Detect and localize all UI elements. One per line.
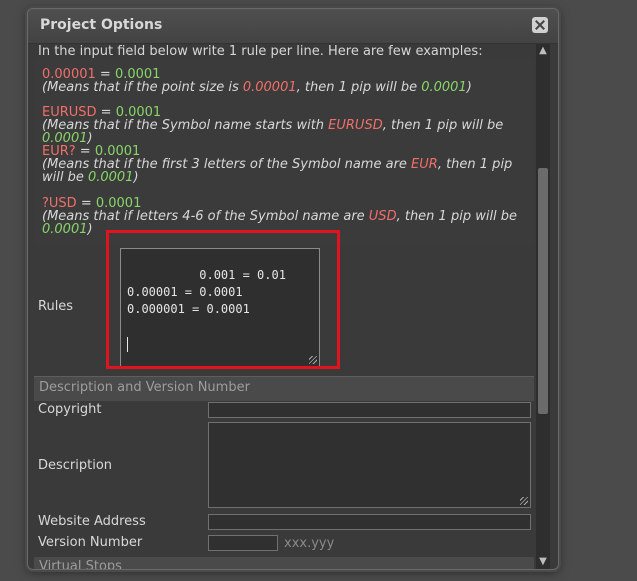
section-header-label: Virtual Stops: [39, 559, 122, 569]
close-icon[interactable]: [532, 17, 548, 33]
example-note-suffix: ): [87, 222, 93, 237]
vertical-scrollbar[interactable]: ▲ ▼: [536, 44, 550, 569]
text-caret: [127, 337, 128, 352]
example-note-green: 0.0001: [42, 222, 88, 237]
description-textarea[interactable]: [208, 422, 531, 508]
example-item: EUR? = 0.0001 (Means that if the first 3…: [42, 145, 528, 184]
example-note-red: USD: [368, 209, 397, 224]
example-note-suffix: ): [133, 170, 139, 185]
examples-panel: 0.00001 = 0.0001 (Means that if the poin…: [34, 58, 534, 246]
example-item: 0.00001 = 0.0001 (Means that if the poin…: [42, 68, 528, 94]
screen: Project Options In the input field below…: [0, 0, 637, 581]
scroll-down-icon[interactable]: ▼: [536, 555, 550, 569]
project-options-dialog: Project Options In the input field below…: [27, 8, 559, 570]
example-note-suffix: ): [466, 80, 472, 95]
example-note: (Means that if the Symbol name starts wi…: [42, 119, 528, 145]
example-note-red: EUR: [411, 157, 438, 172]
example-note-mid: , then 1 pip will be: [382, 118, 504, 133]
rules-row: Rules 0.001 = 0.01 0.00001 = 0.0001 0.00…: [34, 246, 534, 374]
example-note-mid: , then 1 pip will be: [296, 80, 422, 95]
scroll-thumb[interactable]: [538, 168, 548, 414]
scroll-up-icon[interactable]: ▲: [536, 44, 550, 58]
resize-grip-icon[interactable]: [520, 497, 528, 505]
dialog-content: In the input field below write 1 rule pe…: [34, 44, 534, 569]
section-header-description[interactable]: Description and Version Number: [34, 376, 534, 401]
section-header-label: Description and Version Number: [39, 380, 250, 395]
rules-textarea-value: 0.001 = 0.01 0.00001 = 0.0001 0.000001 =…: [127, 268, 286, 316]
intro-text: In the input field below write 1 rule pe…: [38, 44, 483, 59]
example-note: (Means that if letters 4-6 of the Symbol…: [42, 210, 528, 236]
example-item: EURUSD = 0.0001 (Means that if the Symbo…: [42, 106, 528, 145]
example-note: (Means that if the point size is 0.00001…: [42, 81, 528, 94]
version-input[interactable]: [208, 535, 278, 551]
website-input[interactable]: [208, 514, 531, 530]
description-label: Description: [38, 458, 113, 473]
version-placeholder: xxx.yyy: [284, 536, 335, 551]
section-header-virtual-stops[interactable]: Virtual Stops: [34, 557, 534, 569]
website-label: Website Address: [38, 514, 146, 529]
example-item: ?USD = 0.0001 (Means that if letters 4-6…: [42, 197, 528, 236]
rules-label: Rules: [38, 299, 74, 314]
example-note-red: 0.00001: [242, 80, 297, 95]
rules-textarea[interactable]: 0.001 = 0.01 0.00001 = 0.0001 0.000001 =…: [120, 248, 320, 367]
version-label: Version Number: [38, 535, 143, 550]
example-note-mid: , then 1 pip will be: [396, 209, 518, 224]
example-note: (Means that if the first 3 letters of th…: [42, 158, 528, 184]
example-note-green: 0.0001: [421, 80, 467, 95]
copyright-label: Copyright: [38, 402, 102, 417]
example-note-red: EURUSD: [328, 118, 383, 133]
copyright-input[interactable]: [208, 402, 531, 418]
dialog-titlebar[interactable]: Project Options: [28, 9, 558, 44]
example-note-prefix: (Means that if the point size is: [42, 80, 243, 95]
example-note-green: 0.0001: [87, 170, 134, 185]
resize-grip-icon[interactable]: [309, 356, 317, 364]
dialog-title: Project Options: [40, 17, 163, 33]
